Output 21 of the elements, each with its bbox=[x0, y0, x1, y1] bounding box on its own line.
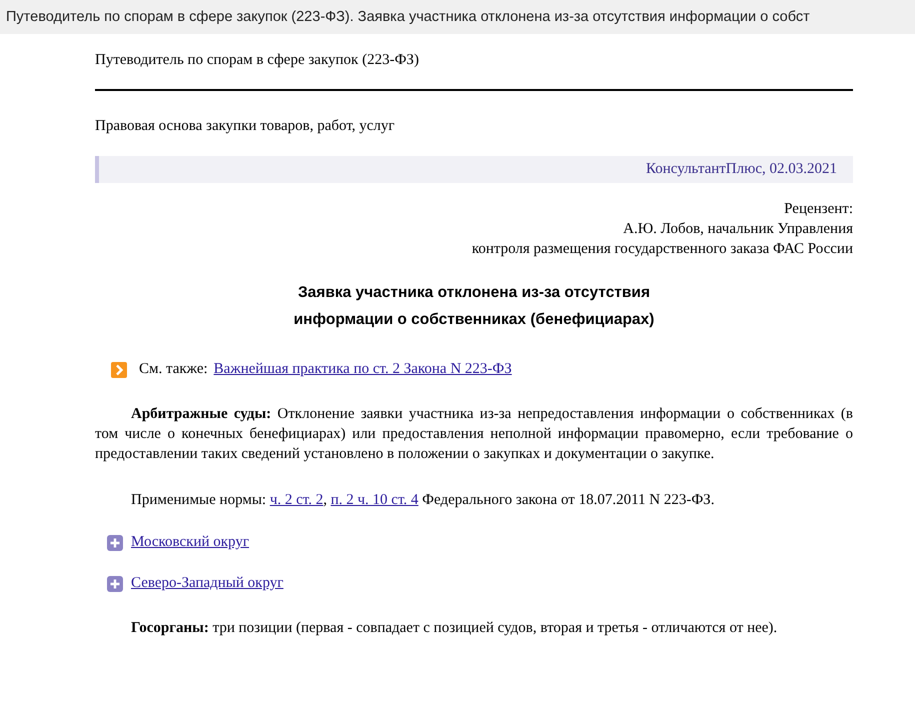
paragraph: Госорганы: три позиции (первая - совпадает с позицией судов, вторая и третья - отличаются от нее). bbox=[130, 619, 778, 638]
see-also-label: См. также: bbox=[139, 361, 208, 378]
law-link[interactable]: п. 2 ч. 10 ст. 4 bbox=[330, 492, 418, 508]
reviewer-line: Рецензент: bbox=[783, 200, 853, 219]
see-also-link[interactable]: Важнейшая практика по ст. 2 Закона N 223-ФЗ bbox=[214, 361, 512, 378]
reviewer-line: контроля размещения государственного заказа ФАС России bbox=[470, 240, 853, 259]
paragraph: Применимые нормы: ч. 2 ст. 2, п. 2 ч. 10 ст. 4 Федерального закона от 18.07.2011 N 223-ФЗ. bbox=[130, 491, 716, 510]
reviewer-line: А.Ю. Лобов, начальник Управления bbox=[622, 220, 853, 239]
law-link[interactable]: ч. 2 ст. 2 bbox=[270, 492, 324, 508]
paragraph: Арбитражные суды: Отклонение заявки участника из-за непредоставления информации о собственниках (в том числе о конечных бенефициарах) или предоставления неполной информации правомерно, если требование о предоставлении таких сведений установлено в положении о закупках и документации о закупке. bbox=[95, 405, 853, 464]
article-heading: информации о собственниках (бенефициарах) bbox=[292, 310, 656, 330]
region-link[interactable]: Северо-Западный округ bbox=[131, 575, 284, 592]
article-heading: Заявка участника отклонена из-за отсутствия bbox=[296, 283, 652, 303]
chevron-right-icon bbox=[111, 362, 127, 378]
section-title: Правовая основа закупки товаров, работ, услуг bbox=[95, 118, 396, 135]
plus-icon[interactable] bbox=[107, 534, 123, 550]
region-link[interactable]: Московский округ bbox=[131, 534, 250, 551]
source-banner: КонсультантПлюс, 02.03.2021 bbox=[95, 156, 853, 183]
plus-icon[interactable] bbox=[107, 576, 123, 592]
document-header: Путеводитель по спорам в сфере закупок (223-ФЗ) bbox=[95, 52, 420, 69]
window-title: Путеводитель по спорам в сфере закупок (223-ФЗ). Заявка участника отклонена из-за отсутствия информации о собст bbox=[0, 0, 915, 34]
